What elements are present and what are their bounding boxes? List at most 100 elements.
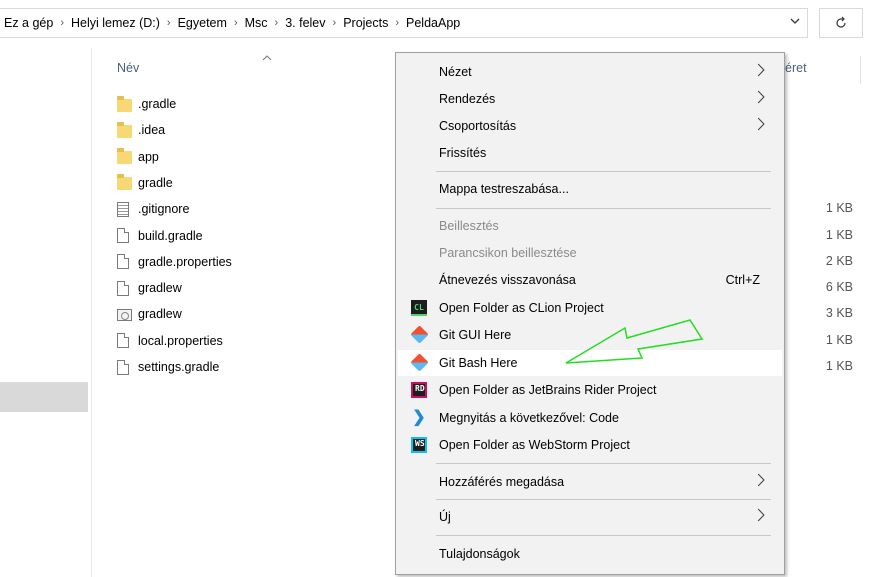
list-item[interactable]: app xyxy=(117,146,159,168)
chevron-right-icon xyxy=(757,473,765,491)
file-name: .gitignore xyxy=(138,202,190,217)
menu-item-label: Megnyitás a következővel: Code xyxy=(439,411,619,425)
menu-item-nezet[interactable]: Nézet xyxy=(398,59,782,85)
menu-item-label: Parancsikon beillesztése xyxy=(439,246,577,260)
menu-item-git-gui-here[interactable]: Git GUI Here xyxy=(398,322,782,348)
breadcrumb-msc[interactable]: Msc xyxy=(245,16,268,30)
menu-item-rendezes[interactable]: Rendezés xyxy=(398,86,782,112)
address-bar[interactable]: Ez a gép › Helyi lemez (D:) › Egyetem › … xyxy=(0,8,808,38)
breadcrumb-separator[interactable]: › xyxy=(167,17,171,29)
file-icon xyxy=(117,201,129,217)
list-item[interactable]: gradlew xyxy=(117,303,182,325)
file-size: 3 KB xyxy=(825,306,853,321)
menu-item-open-folder-as-jetbrains-rider-project[interactable]: RD Open Folder as JetBrains Rider Project xyxy=(398,377,782,403)
breadcrumb-egyetem[interactable]: Egyetem xyxy=(178,16,227,30)
menu-item-open-folder-as-webstorm-project[interactable]: WS Open Folder as WebStorm Project xyxy=(398,432,782,458)
refresh-icon xyxy=(836,16,846,28)
breadcrumb-3-felev[interactable]: 3. felev xyxy=(285,16,325,30)
sort-ascending-icon xyxy=(262,52,272,64)
menu-separator xyxy=(436,171,771,172)
list-item[interactable]: .gitignore xyxy=(117,198,189,220)
nav-selected-item[interactable] xyxy=(0,382,88,412)
breadcrumb: Ez a gép › Helyi lemez (D:) › Egyetem › … xyxy=(0,16,460,30)
menu-item-label: Open Folder as JetBrains Rider Project xyxy=(439,383,657,397)
menu-item-mappa-testreszabasa[interactable]: Mappa testreszabása... xyxy=(398,176,782,202)
list-item[interactable]: .gradle xyxy=(117,93,176,115)
rider-icon: RD xyxy=(411,382,427,398)
menu-item-megnyitas-a-kovetkezovel-code[interactable]: ❯ Megnyitás a következővel: Code xyxy=(398,405,782,431)
file-size: 1 KB xyxy=(825,201,853,216)
file-name: build.gradle xyxy=(138,228,203,243)
file-name: settings.gradle xyxy=(138,360,220,374)
menu-item-hozzaferes-megadasa[interactable]: Hozzáférés megadása xyxy=(398,469,782,495)
folder-icon xyxy=(117,95,132,112)
file-icon xyxy=(117,333,129,349)
breadcrumb-separator[interactable]: › xyxy=(234,17,238,29)
menu-item-atnevezes-visszavonasa[interactable]: Átnevezés visszavonása Ctrl+Z xyxy=(398,267,782,293)
menu-item-label: Open Folder as CLion Project xyxy=(439,301,604,315)
menu-item-label: Új xyxy=(439,510,451,524)
folder-icon xyxy=(117,121,132,138)
menu-item-beillesztes: Beillesztés xyxy=(398,213,782,239)
menu-item-label: Tulajdonságok xyxy=(439,547,520,561)
breadcrumb-separator[interactable]: › xyxy=(333,17,337,29)
column-header-name[interactable]: Név xyxy=(117,61,139,75)
git-icon xyxy=(410,353,429,372)
menu-item-git-bash-here[interactable]: Git Bash Here xyxy=(398,350,782,376)
list-item[interactable]: gradle.properties xyxy=(117,251,232,273)
menu-item-label: Git GUI Here xyxy=(439,328,512,342)
menu-item-label: Átnevezés visszavonása xyxy=(439,273,576,287)
refresh-button[interactable] xyxy=(819,8,863,38)
chevron-down-icon[interactable] xyxy=(789,15,801,30)
breadcrumb-peldaapp[interactable]: PeldaApp xyxy=(406,16,460,30)
executable-icon xyxy=(117,309,132,322)
menu-item-shortcut: Ctrl+Z xyxy=(725,273,760,287)
file-name: gradlew xyxy=(138,307,182,322)
list-item[interactable]: build.gradle xyxy=(117,225,203,247)
menu-item-frissites[interactable]: Frissítés xyxy=(398,140,782,166)
file-icon xyxy=(117,228,129,243)
menu-item-csoportositas[interactable]: Csoportosítás xyxy=(398,113,782,139)
column-header-size[interactable]: éret xyxy=(785,61,807,75)
file-name: app xyxy=(138,149,159,164)
list-item[interactable]: local.properties xyxy=(117,330,223,352)
breadcrumb-separator[interactable]: › xyxy=(60,17,64,29)
list-item[interactable]: settings.gradle xyxy=(117,356,219,378)
breadcrumb-separator[interactable]: › xyxy=(395,17,399,29)
menu-separator xyxy=(436,208,771,209)
menu-separator xyxy=(436,499,771,500)
file-name: gradle xyxy=(138,175,173,190)
chevron-right-icon xyxy=(757,90,765,108)
git-icon xyxy=(410,325,429,344)
menu-item-label: Open Folder as WebStorm Project xyxy=(439,438,630,452)
file-icon xyxy=(117,254,129,270)
folder-icon xyxy=(117,148,132,165)
breadcrumb-this-pc[interactable]: Ez a gép xyxy=(4,16,53,30)
menu-item-label: Beillesztés xyxy=(439,219,499,233)
file-icon xyxy=(117,359,129,375)
clion-icon: CL xyxy=(411,300,427,316)
list-item[interactable]: gradlew xyxy=(117,277,182,299)
menu-item-tulajdonsagok[interactable]: Tulajdonságok xyxy=(398,541,782,567)
breadcrumb-separator[interactable]: › xyxy=(275,17,279,29)
menu-item-uj[interactable]: Új xyxy=(398,504,782,530)
folder-icon xyxy=(117,174,132,191)
context-menu: Nézet Rendezés Csoportosítás Frissítés Mappa… xyxy=(395,52,785,575)
list-item[interactable]: gradle xyxy=(117,172,173,194)
file-size: 1 KB xyxy=(825,359,853,373)
file-name: .idea xyxy=(138,123,166,138)
menu-item-label: Nézet xyxy=(439,65,472,79)
column-divider[interactable] xyxy=(860,56,861,84)
menu-item-open-folder-as-clion-project[interactable]: CL Open Folder as CLion Project xyxy=(398,295,782,321)
menu-item-label: Frissítés xyxy=(439,146,487,160)
list-item[interactable]: .idea xyxy=(117,119,165,141)
navigation-pane[interactable] xyxy=(0,48,92,577)
file-icon xyxy=(117,280,129,296)
menu-item-parancsikon-beillesztese: Parancsikon beillesztése xyxy=(398,240,782,266)
menu-item-label: Mappa testreszabása... xyxy=(439,182,569,196)
breadcrumb-projects[interactable]: Projects xyxy=(343,16,388,30)
breadcrumb-local-disk[interactable]: Helyi lemez (D:) xyxy=(71,16,160,30)
file-name: gradle.properties xyxy=(138,254,232,269)
menu-item-label: Git Bash Here xyxy=(439,356,518,370)
menu-separator xyxy=(436,535,771,536)
